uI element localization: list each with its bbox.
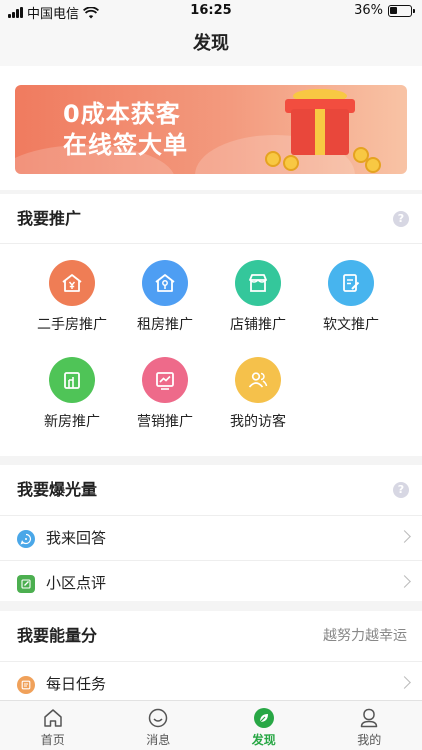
exposure-section: 我要爆光量 ? 我来回答 小区点评 — [0, 465, 422, 601]
grid-item-label: 新房推广 — [44, 414, 100, 430]
grid-item-store[interactable]: 店铺推广 — [211, 260, 305, 334]
leaf-icon — [252, 706, 276, 730]
section-title: 我要推广 — [17, 209, 82, 228]
tab-discover[interactable]: 发现 — [211, 701, 317, 750]
message-smile-icon — [146, 706, 170, 730]
grid-item-rental[interactable]: 租房推广 — [118, 260, 212, 334]
status-bar: 中国电信 16:25 36% — [0, 0, 422, 22]
coin-icon — [265, 151, 281, 167]
task-icon — [17, 676, 35, 694]
grid-item-second-hand-house[interactable]: 二手房推广 — [25, 260, 119, 334]
building-icon — [49, 357, 95, 403]
section-header-energy: 我要能量分 越努力越幸运 — [0, 611, 422, 661]
section-title: 我要爆光量 — [17, 480, 98, 499]
tab-messages[interactable]: 消息 — [106, 701, 212, 750]
grid-item-article[interactable]: 软文推广 — [304, 260, 398, 334]
section-tip: 越努力越幸运 — [323, 628, 407, 644]
banner-section: 0成本获客 在线签大单 — [0, 66, 422, 190]
battery-percent: 36% — [354, 3, 383, 18]
promo-banner[interactable]: 0成本获客 在线签大单 — [15, 85, 407, 174]
banner-headline: 0成本获客 在线签大单 — [63, 99, 188, 161]
users-icon — [235, 357, 281, 403]
grid-item-label: 软文推广 — [323, 317, 379, 333]
page-title: 发现 — [193, 33, 229, 54]
house-key-icon — [142, 260, 188, 306]
grid-item-marketing[interactable]: 营销推广 — [118, 357, 212, 431]
coin-icon — [283, 155, 299, 171]
banner-line-1: 0成本获客 — [63, 100, 181, 128]
tab-home[interactable]: 首页 — [0, 701, 106, 750]
status-right: 36% — [354, 3, 415, 18]
nav-bar: 发现 — [0, 22, 422, 66]
promote-grid: 二手房推广 租房推广 店铺推广 软文推广 新房推广 营销推广 我的访客 — [0, 244, 422, 456]
grid-item-label: 营销推广 — [137, 414, 193, 430]
store-icon — [235, 260, 281, 306]
energy-section: 我要能量分 越努力越幸运 每日任务 — [0, 611, 422, 701]
house-yen-icon — [49, 260, 95, 306]
help-icon[interactable]: ? — [393, 211, 409, 227]
section-header-promote: 我要推广 ? — [0, 194, 422, 244]
profile-icon — [357, 706, 381, 730]
section-header-exposure: 我要爆光量 ? — [0, 465, 422, 515]
gift-box-icon — [291, 109, 349, 155]
edit-note-icon — [328, 260, 374, 306]
tab-profile[interactable]: 我的 — [317, 701, 422, 750]
section-title: 我要能量分 — [17, 626, 98, 645]
promote-section: 我要推广 ? 二手房推广 租房推广 店铺推广 软文推广 新房推广 营销推广 我的… — [0, 194, 422, 456]
list-item-label: 小区点评 — [46, 574, 107, 592]
tab-label: 我的 — [357, 733, 382, 747]
chevron-right-icon — [398, 676, 411, 689]
list-item-community-review[interactable]: 小区点评 — [0, 560, 422, 605]
battery-icon — [388, 4, 415, 17]
home-icon — [41, 706, 65, 730]
review-icon — [17, 575, 35, 593]
grid-item-visitors[interactable]: 我的访客 — [211, 357, 305, 431]
list-item-answer[interactable]: 我来回答 — [0, 515, 422, 560]
grid-item-new-house[interactable]: 新房推广 — [25, 357, 119, 431]
grid-item-label: 租房推广 — [137, 317, 193, 333]
answer-icon — [17, 530, 35, 548]
help-icon[interactable]: ? — [393, 482, 409, 498]
grid-item-label: 二手房推广 — [37, 317, 107, 333]
grid-item-label: 我的访客 — [230, 414, 286, 430]
chart-icon — [142, 357, 188, 403]
tab-label: 发现 — [251, 733, 276, 747]
tab-label: 首页 — [40, 733, 65, 747]
tab-label: 消息 — [146, 733, 171, 747]
coin-icon — [365, 157, 381, 173]
banner-line-2: 在线签大单 — [63, 131, 188, 159]
chevron-right-icon — [398, 575, 411, 588]
discover-page: 中国电信 16:25 36% 发现 0成本获客 在线签大单 我要推广 ? 二手房… — [0, 0, 422, 750]
grid-item-label: 店铺推广 — [230, 317, 286, 333]
list-item-label: 我来回答 — [46, 529, 107, 547]
tab-bar: 首页 消息 发现 我的 — [0, 700, 422, 750]
chevron-right-icon — [398, 530, 411, 543]
